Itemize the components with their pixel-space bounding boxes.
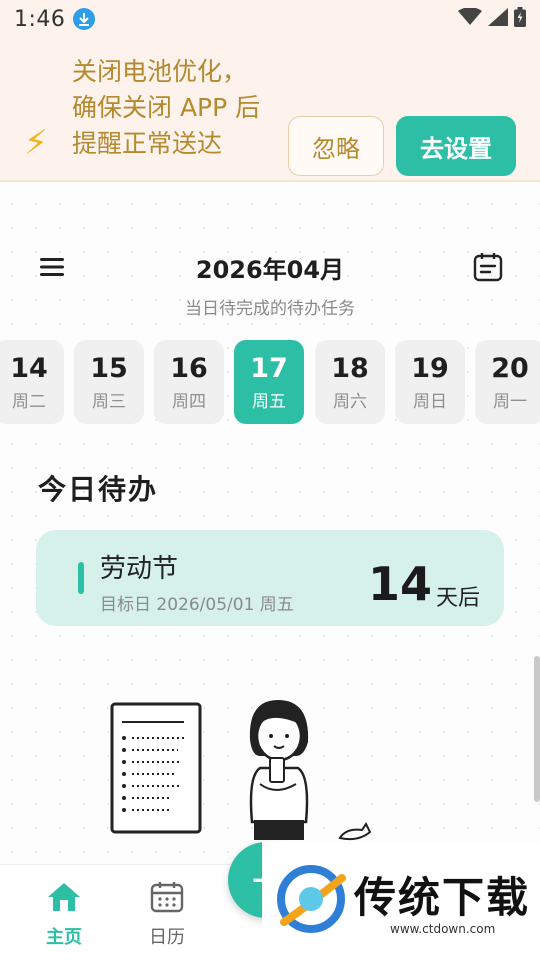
watermark-url: www.ctdown.com xyxy=(390,922,496,936)
wifi-icon xyxy=(458,7,482,30)
nav-calendar[interactable]: 日历 xyxy=(127,881,207,949)
day-cell[interactable]: 19 周日 xyxy=(395,340,465,424)
todo-name: 劳动节 xyxy=(100,554,179,584)
day-number: 19 xyxy=(411,352,449,384)
watermark-title: 传统下载 xyxy=(354,873,531,922)
todo-days-unit: 天后 xyxy=(435,586,480,611)
watermark-overlay: 传统下载 www.ctdown.com xyxy=(262,842,540,960)
empty-state-illustration xyxy=(100,692,390,856)
day-cell[interactable]: 20 周一 xyxy=(475,340,540,424)
scrollbar[interactable] xyxy=(534,656,540,802)
day-cell[interactable]: 16 周四 xyxy=(154,340,224,424)
day-number: 14 xyxy=(10,352,48,384)
day-weekday: 周二 xyxy=(12,391,46,412)
day-weekday: 周四 xyxy=(172,391,206,412)
day-number: 15 xyxy=(90,352,128,384)
download-icon xyxy=(73,8,96,30)
calendar-icon[interactable] xyxy=(473,252,503,286)
day-number: 20 xyxy=(491,352,529,384)
banner-message: 关闭电池优化， 确保关闭 APP 后 提醒正常送达 xyxy=(72,54,272,162)
todo-card[interactable]: 劳动节 目标日 2026/05/01 周五 14 天后 xyxy=(36,530,504,626)
battery-icon xyxy=(514,7,526,31)
day-weekday: 周三 xyxy=(92,391,126,412)
day-number: 17 xyxy=(250,352,288,384)
day-number: 16 xyxy=(170,352,208,384)
day-cell[interactable]: 15 周三 xyxy=(74,340,144,424)
todo-days-count: 14 xyxy=(367,557,432,611)
day-strip: 14 周二 15 周三 16 周四 17 周五 18 周六 19 周日 20 周… xyxy=(0,340,540,424)
signal-icon xyxy=(488,8,508,30)
todo-target-date: 目标日 2026/05/01 周五 xyxy=(100,595,294,615)
lightning-icon: ⚡ xyxy=(24,123,48,163)
day-weekday: 周日 xyxy=(413,391,447,412)
go-settings-button[interactable]: 去设置 xyxy=(396,116,516,176)
nav-calendar-label: 日历 xyxy=(149,927,185,948)
home-icon xyxy=(46,881,82,917)
day-weekday: 周六 xyxy=(333,391,367,412)
ignore-button[interactable]: 忽略 xyxy=(288,116,384,176)
banner-line: 提醒正常送达 xyxy=(72,129,223,158)
nav-home-label: 主页 xyxy=(46,927,82,948)
day-cell[interactable]: 18 周六 xyxy=(315,340,385,424)
day-weekday: 周五 xyxy=(252,391,286,412)
status-time: 1:46 xyxy=(14,6,66,32)
nav-home[interactable]: 主页 xyxy=(24,881,104,949)
todo-accent-bar xyxy=(78,562,84,594)
section-title: 今日待办 xyxy=(38,473,159,506)
battery-optimization-banner: ⚡ 关闭电池优化， 确保关闭 APP 后 提醒正常送达 忽略 去设置 xyxy=(0,38,540,182)
day-cell[interactable]: 14 周二 xyxy=(0,340,64,424)
day-weekday: 周一 xyxy=(493,391,527,412)
page-subtitle: 当日待完成的待办任务 xyxy=(185,299,355,319)
day-number: 18 xyxy=(331,352,369,384)
banner-line: 关闭电池优化， xyxy=(72,57,248,86)
status-bar: 1:46 xyxy=(0,0,540,38)
day-cell-selected[interactable]: 17 周五 xyxy=(234,340,304,424)
month-title[interactable]: 2026年04月 xyxy=(0,250,540,285)
calendar-grid-icon xyxy=(150,881,184,917)
watermark-logo-icon xyxy=(272,860,350,942)
banner-line: 确保关闭 APP 后 xyxy=(72,93,261,122)
